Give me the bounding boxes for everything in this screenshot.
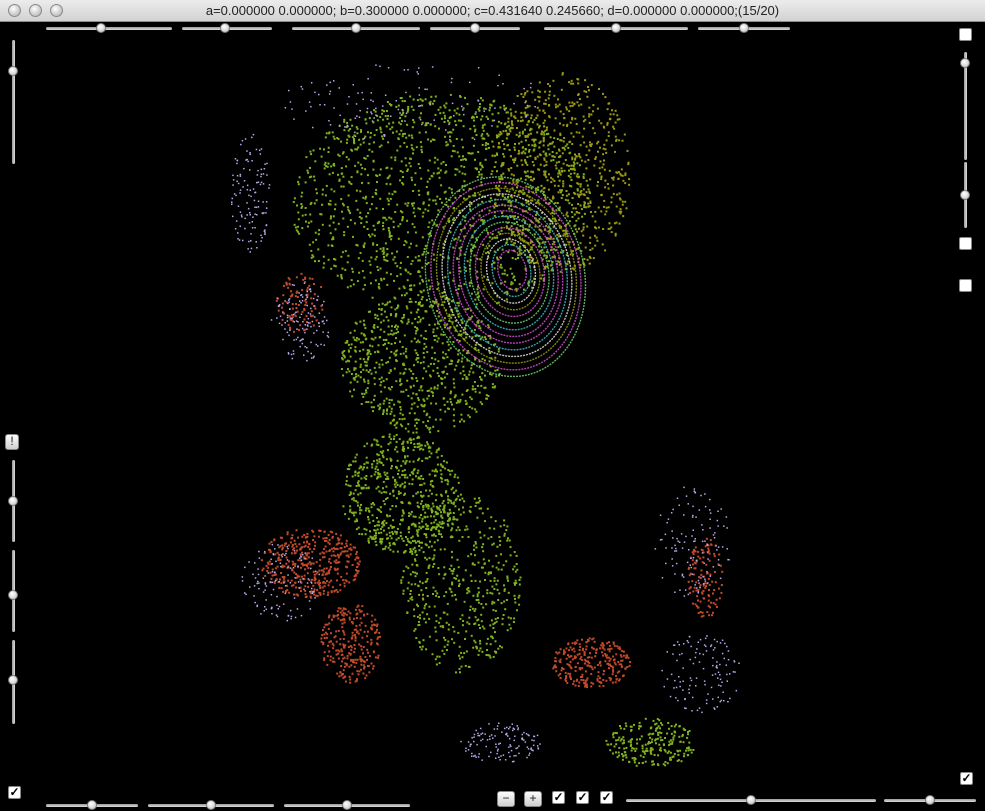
zoom-in-button[interactable]: +: [524, 791, 542, 807]
fractal-cluster: [275, 272, 324, 333]
slider-knob[interactable]: [8, 496, 18, 506]
fractal-cluster: [260, 529, 361, 599]
slider-top-c-imag[interactable]: [698, 22, 790, 34]
fractal-cluster: [687, 537, 724, 618]
slider-bottom-2[interactable]: [148, 799, 274, 811]
fractal-cluster: [400, 493, 522, 674]
fractal-cluster: [552, 637, 632, 689]
slider-right-1[interactable]: [959, 52, 971, 160]
fractal-canvas[interactable]: [0, 22, 985, 811]
slider-knob[interactable]: [8, 675, 18, 686]
slider-top-a-imag[interactable]: [182, 22, 272, 34]
fractal-cluster: [284, 64, 536, 141]
zoom-out-button[interactable]: −: [497, 791, 515, 807]
slider-knob[interactable]: [87, 800, 97, 810]
checkbox-bottom-1[interactable]: ✓: [552, 791, 565, 804]
slider-knob[interactable]: [96, 23, 107, 33]
slider-left-1[interactable]: [7, 460, 19, 542]
fractal-cluster: [270, 282, 330, 362]
slider-knob[interactable]: [220, 23, 231, 33]
app-window: a=0.000000 0.000000; b=0.300000 0.000000…: [0, 0, 985, 811]
slider-top-b-imag[interactable]: [430, 22, 520, 34]
slider-knob[interactable]: [925, 795, 935, 805]
slider-bottom-3[interactable]: [284, 799, 410, 811]
slider-right-2[interactable]: [959, 162, 971, 228]
checkbox-right-1[interactable]: [959, 28, 972, 41]
fractal-cluster: [605, 717, 695, 767]
spiral-ring: [491, 243, 532, 298]
slider-knob[interactable]: [470, 23, 480, 33]
slider-knob[interactable]: [739, 23, 749, 33]
slider-knob[interactable]: [611, 23, 621, 33]
slider-left-3[interactable]: [7, 640, 19, 724]
slider-knob[interactable]: [8, 66, 18, 76]
slider-left-zoom[interactable]: [7, 40, 19, 164]
checkbox-right-3[interactable]: [959, 279, 972, 292]
slider-bottom-4[interactable]: [626, 794, 876, 806]
checkbox-bottom-2[interactable]: ✓: [576, 791, 589, 804]
fractal-cluster: [320, 604, 381, 684]
alert-button[interactable]: !: [5, 434, 19, 450]
fractal-cluster: [460, 722, 541, 763]
slider-top-a-real[interactable]: [46, 22, 172, 34]
slider-knob[interactable]: [8, 590, 18, 601]
julia-set-render: [231, 64, 740, 767]
spiral-ring: [430, 181, 582, 371]
checkbox-bottom-left[interactable]: ✓: [8, 786, 21, 799]
slider-bottom-5[interactable]: [884, 794, 976, 806]
fractal-cluster: [340, 294, 501, 434]
slider-knob[interactable]: [960, 57, 970, 68]
slider-knob[interactable]: [342, 800, 352, 810]
slider-top-c-real[interactable]: [544, 22, 688, 34]
slider-knob[interactable]: [351, 23, 361, 33]
checkbox-right-2[interactable]: [959, 237, 972, 250]
slider-top-b-real[interactable]: [292, 22, 420, 34]
fractal-cluster: [661, 635, 740, 714]
slider-knob[interactable]: [746, 795, 756, 805]
slider-knob[interactable]: [960, 190, 970, 200]
checkbox-bottom-3[interactable]: ✓: [600, 791, 613, 804]
fractal-cluster: [342, 433, 461, 554]
slider-knob[interactable]: [206, 800, 216, 810]
slider-bottom-1[interactable]: [46, 799, 138, 811]
fractal-cluster: [231, 133, 271, 253]
checkbox-bottom-right[interactable]: ✓: [960, 772, 973, 785]
slider-left-2[interactable]: [7, 550, 19, 632]
window-title: a=0.000000 0.000000; b=0.300000 0.000000…: [205, 3, 780, 18]
title-bar: a=0.000000 0.000000; b=0.300000 0.000000…: [0, 0, 985, 22]
